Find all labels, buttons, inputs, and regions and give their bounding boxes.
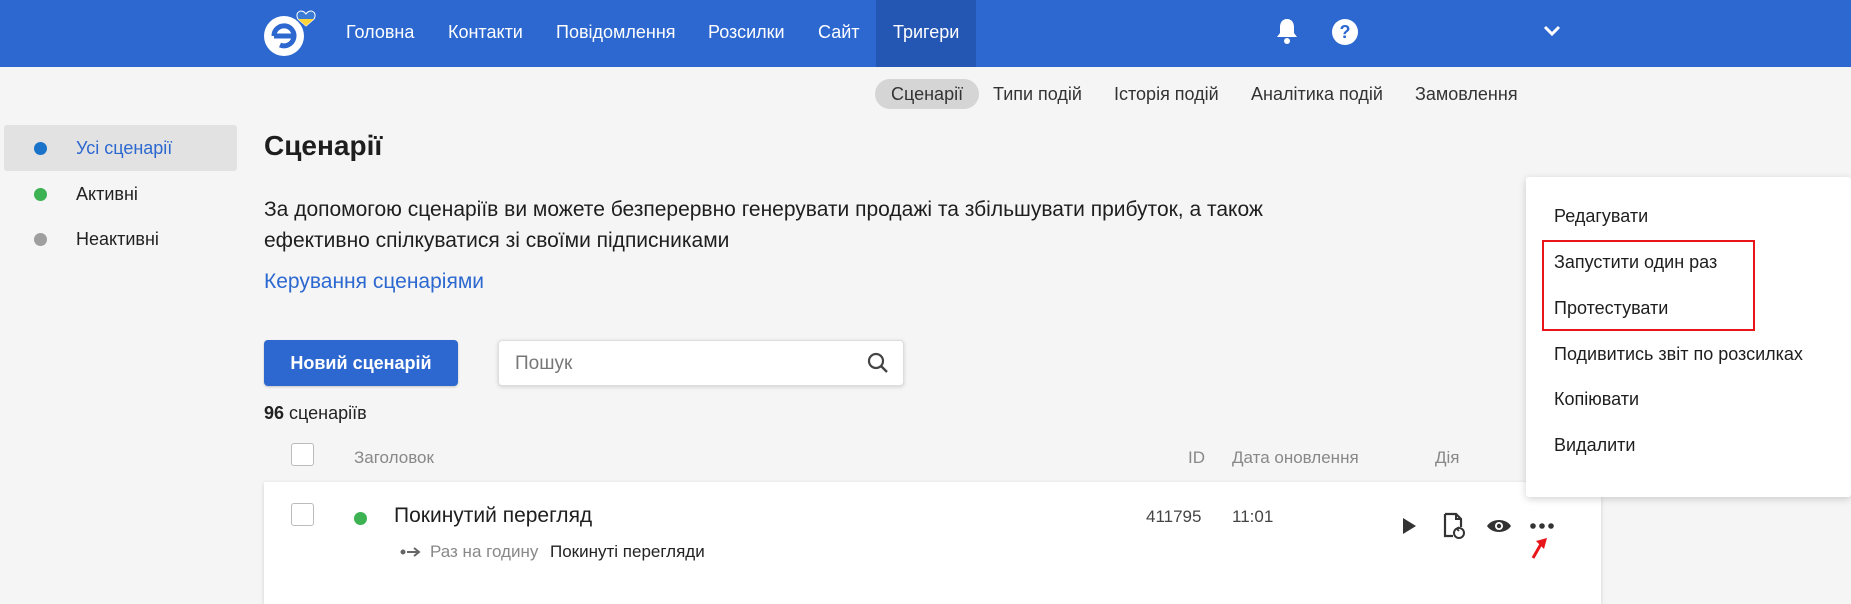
menu-item-copy[interactable]: Копіювати — [1554, 389, 1639, 410]
nav-messages[interactable]: Повідомлення — [556, 0, 676, 67]
sidebar-item-all[interactable]: Усі сценарії — [4, 125, 237, 171]
menu-item-delete[interactable]: Видалити — [1554, 435, 1635, 456]
column-header-action: Дія — [1435, 448, 1460, 467]
chevron-down-icon[interactable] — [1542, 24, 1562, 38]
scenario-schedule: Раз на годину — [430, 542, 539, 561]
eye-icon[interactable] — [1486, 518, 1512, 534]
help-icon[interactable]: ? — [1331, 18, 1359, 46]
subnav-event-analytics[interactable]: Аналітика подій — [1235, 79, 1399, 109]
sidebar-item-label: Усі сценарії — [76, 138, 173, 158]
scenario-count: 96 сценаріїв — [264, 403, 367, 424]
nav-home[interactable]: Головна — [346, 0, 414, 67]
scenario-updated: 11:01 — [1232, 507, 1274, 526]
scenario-title[interactable]: Покинутий перегляд — [394, 504, 592, 528]
status-dot — [34, 188, 47, 201]
sidebar-item-inactive[interactable]: Неактивні — [4, 216, 237, 262]
select-all-checkbox[interactable] — [291, 443, 314, 466]
actions-dropdown-menu: Редагувати Запустити один раз Протестува… — [1526, 177, 1851, 497]
logo-icon[interactable] — [262, 6, 330, 60]
subnav-event-types[interactable]: Типи подій — [977, 79, 1098, 109]
sidebar-item-label: Активні — [76, 184, 138, 204]
menu-item-mailing-report[interactable]: Подивитись звіт по розсилках — [1554, 344, 1803, 365]
status-dot — [34, 233, 47, 246]
top-navbar: Головна Контакти Повідомлення Розсилки С… — [0, 0, 1851, 67]
subnav-event-history[interactable]: Історія подій — [1098, 79, 1235, 109]
annotation-highlight-box — [1542, 240, 1755, 331]
column-header-id[interactable]: ID — [1188, 448, 1205, 468]
search-icon[interactable] — [867, 352, 889, 374]
nav-contacts[interactable]: Контакти — [448, 0, 523, 67]
subnav-orders[interactable]: Замовлення — [1399, 79, 1534, 109]
manage-scenarios-link[interactable]: Керування сценаріями — [264, 270, 484, 294]
table-row[interactable]: Покинутий перегляд Раз на годину Покинут… — [264, 482, 1601, 604]
pointer-arrow-icon — [1531, 538, 1547, 559]
search-input[interactable]: Пошук — [498, 340, 904, 386]
sidebar-item-active[interactable]: Активні — [4, 171, 237, 217]
nav-mailings[interactable]: Розсилки — [708, 0, 785, 67]
status-dot — [354, 512, 367, 525]
column-header-title[interactable]: Заголовок — [354, 448, 434, 468]
more-icon[interactable] — [1530, 522, 1554, 530]
scenario-count-label: сценаріїв — [289, 403, 367, 423]
nav-triggers[interactable]: Тригери — [876, 0, 977, 67]
scenario-count-number: 96 — [264, 403, 285, 423]
row-checkbox[interactable] — [291, 503, 314, 526]
new-scenario-button[interactable]: Новий сценарій — [264, 340, 458, 386]
sidebar-item-label: Неактивні — [76, 229, 159, 249]
column-header-date[interactable]: Дата оновлення — [1232, 448, 1359, 468]
scenario-id: 411795 — [1146, 507, 1202, 526]
menu-item-edit[interactable]: Редагувати — [1554, 206, 1648, 227]
bell-icon[interactable] — [1275, 17, 1299, 45]
page-title: Сценарії — [264, 130, 383, 161]
trigger-arrow-icon — [400, 547, 421, 557]
play-icon[interactable] — [1400, 516, 1418, 536]
test-run-icon[interactable] — [1442, 512, 1466, 540]
scenario-event: Покинуті перегляди — [550, 542, 705, 561]
svg-text:?: ? — [1340, 22, 1351, 42]
search-placeholder: Пошук — [515, 353, 573, 374]
nav-site[interactable]: Сайт — [818, 0, 860, 67]
page-description: За допомогою сценаріїв ви можете безпере… — [264, 198, 1263, 252]
subnav-scenarios[interactable]: Сценарії — [875, 79, 980, 109]
status-dot — [34, 142, 47, 155]
